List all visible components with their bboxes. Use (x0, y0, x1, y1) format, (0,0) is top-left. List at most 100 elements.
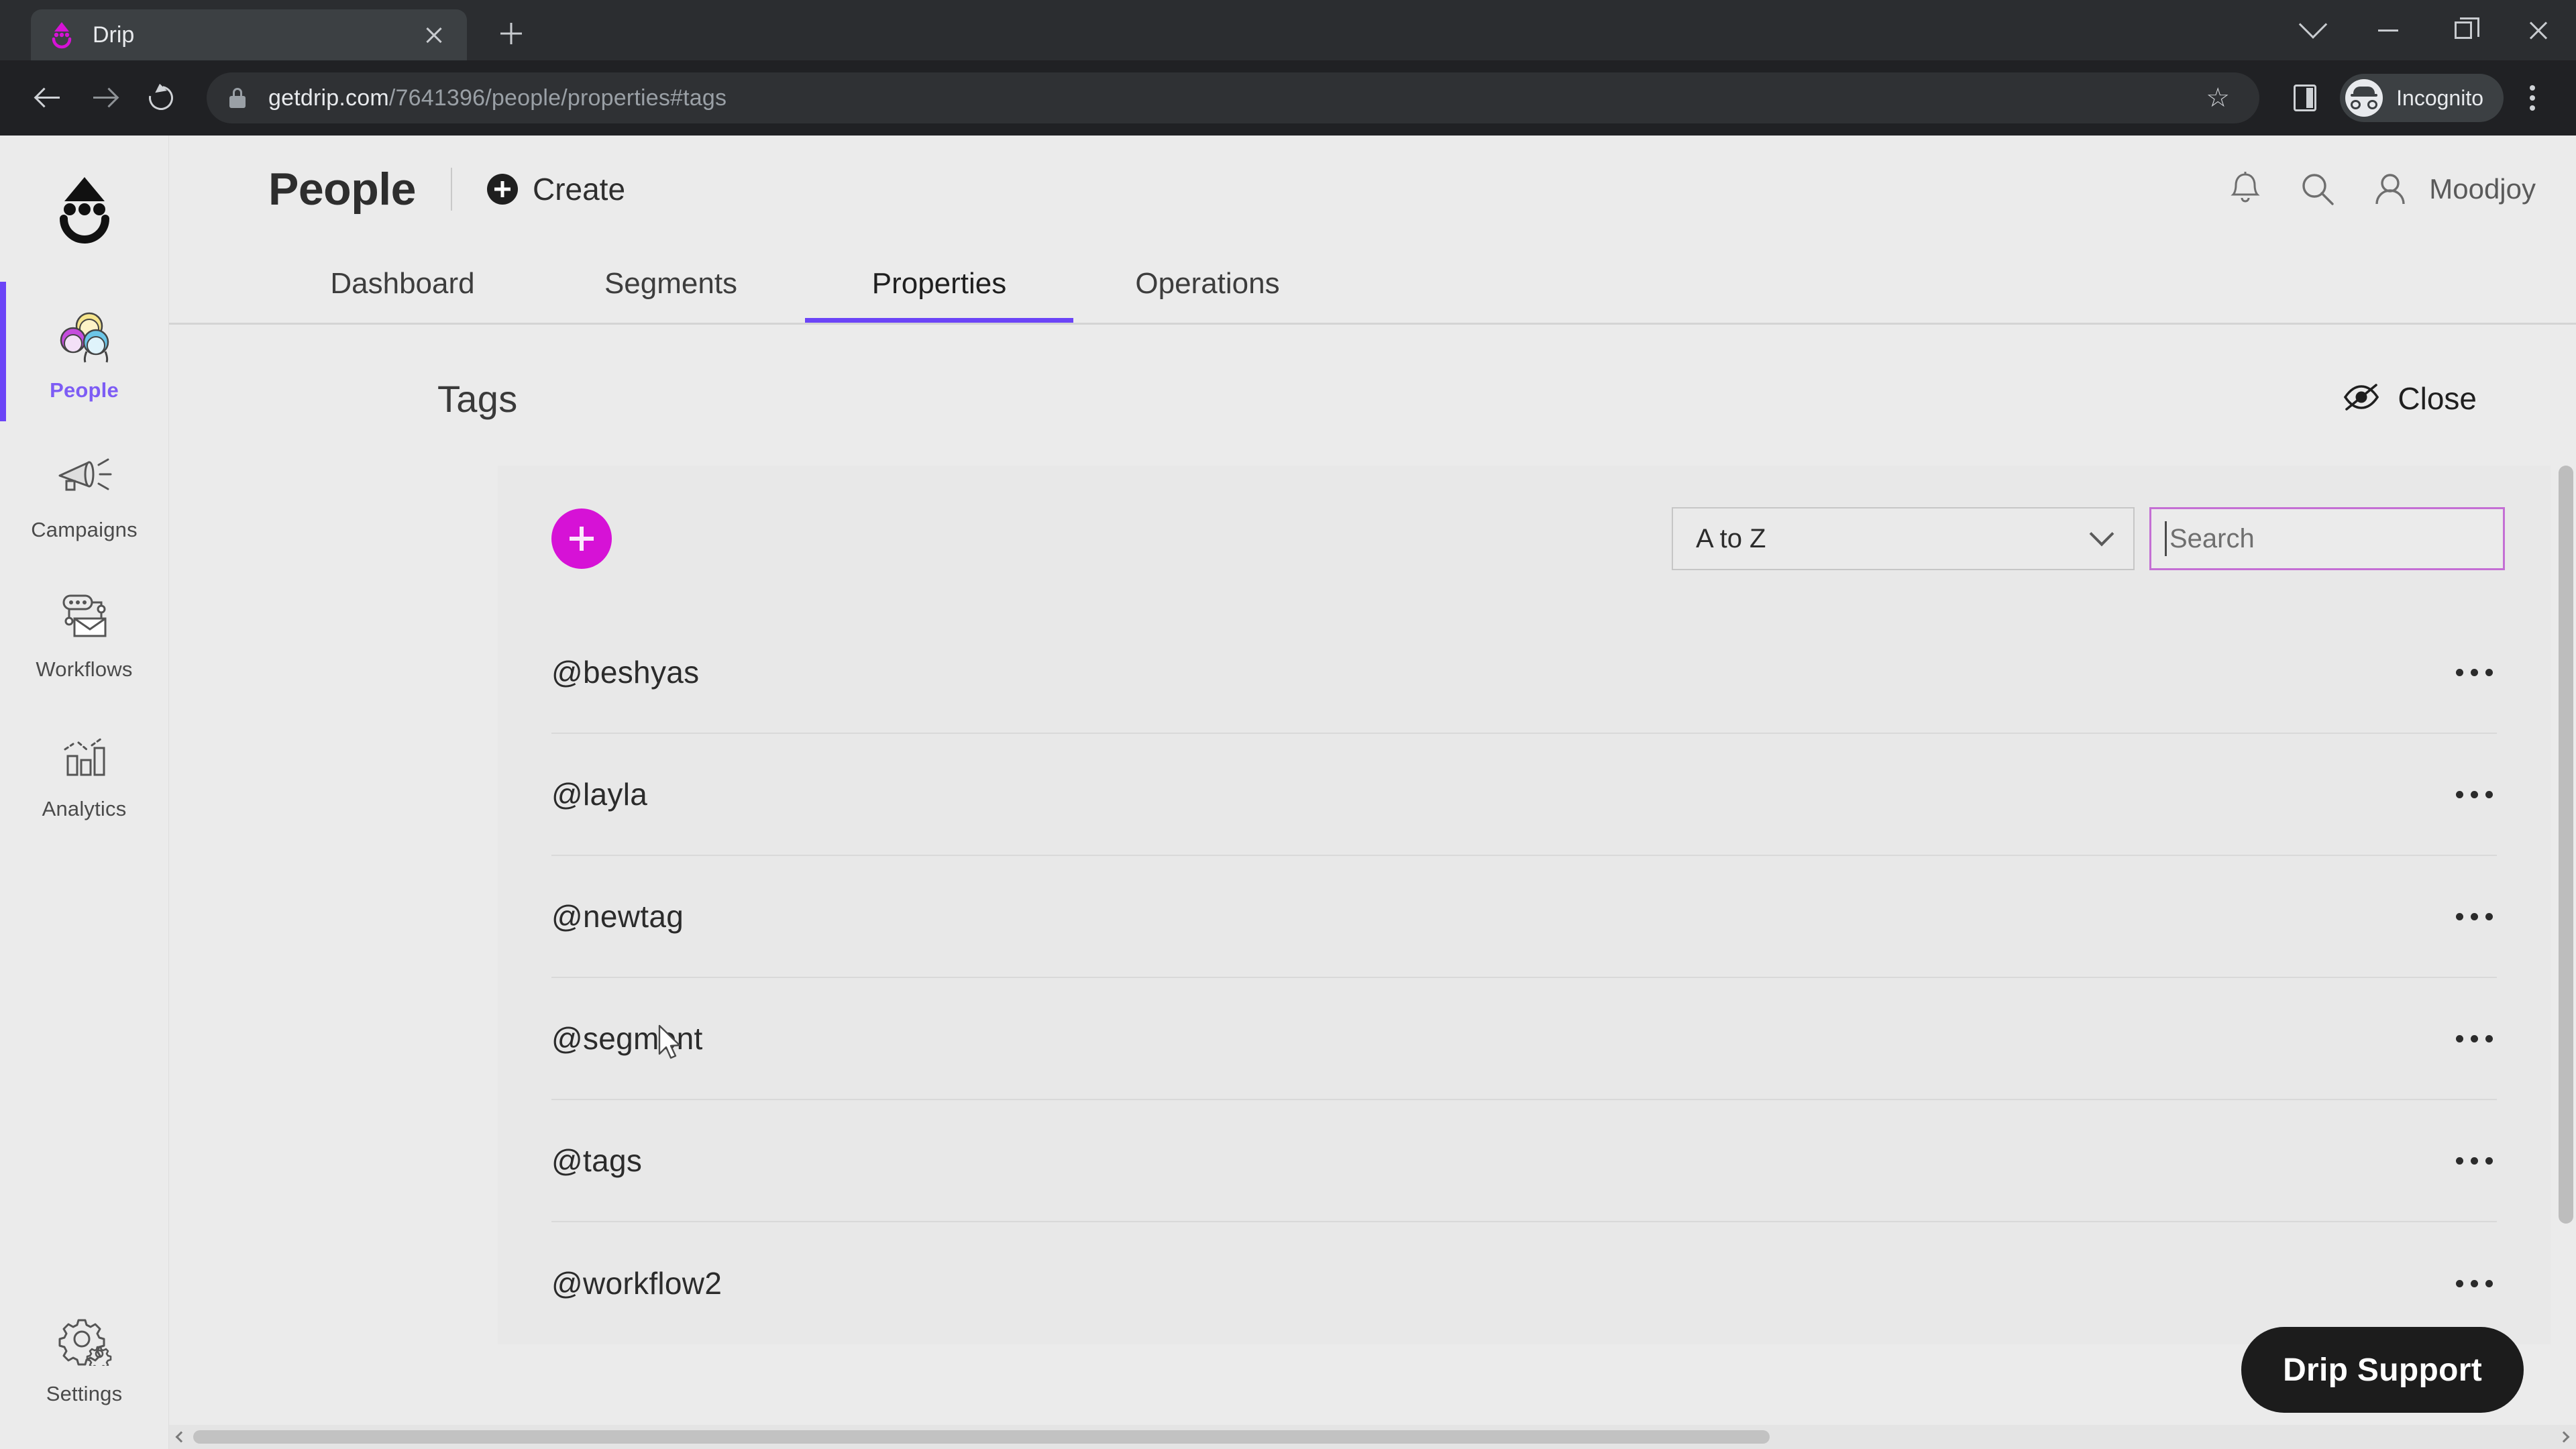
tag-name: @newtag (551, 899, 684, 934)
text-caret (2165, 521, 2167, 556)
tags-toolbar: A to Z Search (498, 466, 2551, 570)
table-row[interactable]: @tags (551, 1100, 2497, 1222)
more-options-icon[interactable] (2456, 790, 2497, 798)
page-title: People (268, 164, 416, 215)
restore-icon[interactable] (2426, 0, 2501, 60)
vertical-scrollbar-thumb[interactable] (2559, 466, 2573, 1224)
more-options-icon[interactable] (2456, 1157, 2497, 1165)
side-panel-icon[interactable] (2277, 70, 2333, 126)
sidebar-item-label: People (50, 378, 119, 402)
tag-name: @workflow2 (551, 1266, 722, 1301)
horizontal-scrollbar-thumb[interactable] (193, 1430, 1770, 1444)
more-options-icon[interactable] (2456, 1279, 2497, 1287)
close-tab-icon[interactable] (419, 19, 449, 50)
sidebar-item-campaigns[interactable]: Campaigns (0, 421, 168, 561)
reload-icon[interactable] (133, 70, 189, 126)
bar-chart-icon (52, 723, 117, 788)
table-row[interactable]: @beshyas (551, 612, 2497, 734)
tag-name: @tags (551, 1143, 643, 1178)
horizontal-scrollbar[interactable] (169, 1425, 2576, 1449)
vertical-scrollbar[interactable] (2559, 466, 2573, 1407)
properties-body: Tags Close A to Z Search @beshyas @layla… (169, 325, 2576, 1449)
tag-name: @beshyas (551, 655, 700, 690)
tag-name: @segment (551, 1021, 703, 1056)
app-sidebar: People Campaigns Workflows Analytics Set… (0, 136, 169, 1449)
megaphone-icon (52, 444, 117, 508)
new-tab-button[interactable] (491, 13, 531, 54)
sort-select[interactable]: A to Z (1672, 507, 2135, 570)
app-container: People Campaigns Workflows Analytics Set… (0, 136, 2576, 1449)
more-options-icon[interactable] (2456, 912, 2497, 920)
workflow-icon (52, 584, 117, 648)
browser-titlebar: Drip (0, 0, 2576, 60)
header-actions: Moodjoy (2225, 169, 2536, 209)
horizontal-scrollbar-track[interactable] (193, 1425, 2552, 1449)
bell-icon[interactable] (2225, 169, 2265, 209)
people-icon (52, 305, 117, 369)
minimize-icon[interactable] (2351, 0, 2426, 60)
support-button-label: Drip Support (2283, 1352, 2482, 1388)
scroll-right-arrow-icon[interactable] (2552, 1425, 2576, 1449)
tab-operations[interactable]: Operations (1073, 243, 1342, 325)
app-header: People Create Moodjoy (169, 136, 2576, 243)
table-row[interactable]: @layla (551, 734, 2497, 856)
tab-label: Segments (604, 267, 738, 300)
table-row[interactable]: @segment (551, 978, 2497, 1100)
more-options-icon[interactable] (2456, 668, 2497, 676)
gears-icon (52, 1308, 117, 1373)
chevron-down-icon (2089, 521, 2114, 547)
drip-support-button[interactable]: Drip Support (2241, 1327, 2524, 1413)
forward-arrow-icon[interactable] (76, 70, 133, 126)
incognito-icon (2345, 79, 2383, 117)
sort-select-value: A to Z (1696, 523, 1766, 553)
scroll-left-arrow-icon[interactable] (169, 1425, 193, 1449)
tags-card: A to Z Search @beshyas @layla @newtag @s… (498, 466, 2551, 1344)
table-row[interactable]: @workflow2 (551, 1222, 2497, 1344)
sidebar-item-people[interactable]: People (0, 282, 168, 421)
close-section-button[interactable]: Close (2343, 380, 2477, 417)
table-row[interactable]: @newtag (551, 856, 2497, 978)
tab-properties[interactable]: Properties (805, 243, 1073, 325)
drip-logo[interactable] (41, 162, 128, 250)
chevron-down-icon[interactable] (2275, 0, 2351, 60)
three-dot-menu-icon[interactable] (2509, 70, 2556, 126)
add-tag-button[interactable] (551, 508, 612, 569)
address-bar-url: getdrip.com/7641396/people/properties#ta… (268, 85, 727, 111)
profile-label: Incognito (2396, 85, 2483, 110)
sidebar-item-label: Settings (46, 1382, 123, 1405)
tab-segments[interactable]: Segments (537, 243, 805, 325)
sidebar-item-label: Analytics (42, 797, 127, 820)
star-icon[interactable]: ☆ (2203, 83, 2233, 113)
section-tabs: Dashboard Segments Properties Operations (169, 243, 2576, 325)
tags-section-header: Tags Close (169, 368, 2576, 429)
drip-logo-icon (48, 20, 75, 50)
sidebar-item-label: Campaigns (31, 518, 138, 541)
tab-label: Operations (1135, 267, 1280, 300)
close-button-label: Close (2398, 381, 2477, 416)
section-title: Tags (437, 377, 518, 420)
address-bar[interactable]: getdrip.com/7641396/people/properties#ta… (207, 72, 2260, 123)
tab-dashboard[interactable]: Dashboard (268, 243, 537, 325)
tag-name: @layla (551, 777, 648, 812)
create-button[interactable]: Create (486, 171, 626, 207)
more-options-icon[interactable] (2456, 1034, 2497, 1042)
browser-tab-title: Drip (93, 21, 135, 48)
sidebar-item-analytics[interactable]: Analytics (0, 700, 168, 840)
lock-icon (229, 88, 246, 108)
close-window-icon[interactable] (2501, 0, 2576, 60)
profile-incognito-button[interactable]: Incognito (2340, 74, 2504, 122)
tab-label: Dashboard (330, 267, 475, 300)
address-host: getdrip.com (268, 85, 389, 111)
browser-tab[interactable]: Drip (31, 9, 467, 60)
person-icon[interactable] (2370, 169, 2410, 209)
account-name[interactable]: Moodjoy (2429, 173, 2536, 205)
search-input[interactable]: Search (2149, 507, 2505, 570)
search-icon[interactable] (2298, 169, 2338, 209)
sidebar-item-label: Workflows (36, 657, 133, 681)
browser-window: Drip getdrip.com/7641396/people/properti… (0, 0, 2576, 1449)
back-arrow-icon[interactable] (20, 70, 76, 126)
sidebar-item-workflows[interactable]: Workflows (0, 561, 168, 700)
tags-controls: A to Z Search (1672, 507, 2505, 570)
create-button-label: Create (532, 172, 626, 207)
sidebar-item-settings[interactable]: Settings (0, 1285, 168, 1425)
